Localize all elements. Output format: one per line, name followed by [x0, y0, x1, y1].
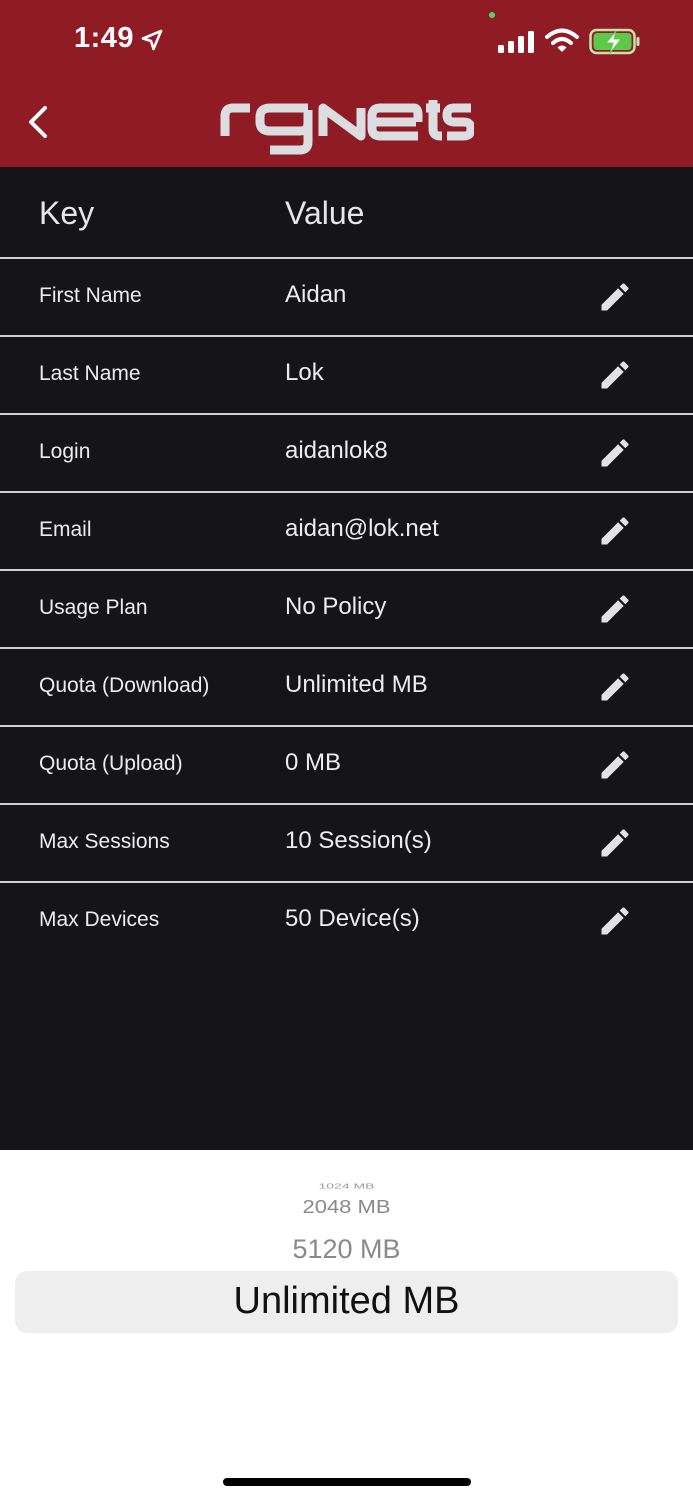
- value-column-header: Value: [285, 195, 365, 231]
- row-key: Email: [39, 518, 92, 541]
- table-row-first-name: First Name Aidan: [0, 259, 693, 337]
- row-key: First Name: [39, 284, 142, 307]
- edit-pencil-icon[interactable]: [597, 591, 633, 627]
- table-header: Key Value: [0, 167, 693, 259]
- picker-option[interactable]: 5120 MB: [0, 1234, 693, 1265]
- row-value: Lok: [285, 359, 324, 386]
- edit-pencil-icon[interactable]: [597, 903, 633, 939]
- row-value: No Policy: [285, 593, 387, 620]
- picker-selected-option[interactable]: Unlimited MB: [0, 1280, 693, 1323]
- picker-option[interactable]: 1024 MB: [0, 1182, 693, 1191]
- edit-pencil-icon[interactable]: [597, 357, 633, 393]
- row-value: aidan@lok.net: [285, 515, 439, 542]
- table-row-quota-upload: Quota (Upload) 0 MB: [0, 727, 693, 805]
- table-row-last-name: Last Name Lok: [0, 337, 693, 415]
- table-row-email: Email aidan@lok.net: [0, 493, 693, 571]
- picker-option[interactable]: 2048 MB: [0, 1196, 693, 1218]
- row-key: Usage Plan: [39, 596, 148, 619]
- row-key: Quota (Upload): [39, 752, 183, 775]
- edit-pencil-icon[interactable]: [597, 825, 633, 861]
- cellular-signal-icon: [498, 31, 534, 53]
- row-key: Quota (Download): [39, 674, 210, 697]
- row-value: Aidan: [285, 281, 347, 308]
- edit-pencil-icon[interactable]: [597, 747, 633, 783]
- row-key: Last Name: [39, 362, 141, 385]
- key-column-header: Key: [39, 195, 95, 231]
- battery-charging-icon: [589, 28, 640, 55]
- row-key: Max Sessions: [39, 830, 170, 853]
- status-time: 1:49: [74, 22, 135, 54]
- table-row-login: Login aidanlok8: [0, 415, 693, 493]
- privacy-indicator-dot: [489, 12, 495, 18]
- row-value: aidanlok8: [285, 437, 388, 464]
- edit-pencil-icon[interactable]: [597, 435, 633, 471]
- row-value: Unlimited MB: [285, 671, 428, 698]
- edit-pencil-icon[interactable]: [597, 669, 633, 705]
- row-key: Login: [39, 440, 91, 463]
- row-value: 50 Device(s): [285, 905, 420, 932]
- table-row-quota-download: Quota (Download) Unlimited MB: [0, 649, 693, 727]
- table-row-max-devices: Max Devices 50 Device(s): [0, 883, 693, 959]
- back-button[interactable]: [20, 100, 60, 144]
- edit-pencil-icon[interactable]: [597, 513, 633, 549]
- rgnets-logo: [220, 100, 474, 155]
- location-arrow-icon: [141, 29, 163, 51]
- quota-picker[interactable]: 1024 MB 2048 MB 5120 MB Unlimited MB: [0, 1150, 693, 1500]
- table-row-max-sessions: Max Sessions 10 Session(s): [0, 805, 693, 883]
- row-key: Max Devices: [39, 908, 160, 931]
- row-value: 0 MB: [285, 749, 342, 776]
- table-row-usage-plan: Usage Plan No Policy: [0, 571, 693, 649]
- app-header: 1:49: [0, 0, 693, 167]
- edit-pencil-icon[interactable]: [597, 279, 633, 315]
- home-indicator[interactable]: [223, 1478, 471, 1486]
- wifi-icon: [545, 28, 579, 52]
- row-value: 10 Session(s): [285, 827, 432, 854]
